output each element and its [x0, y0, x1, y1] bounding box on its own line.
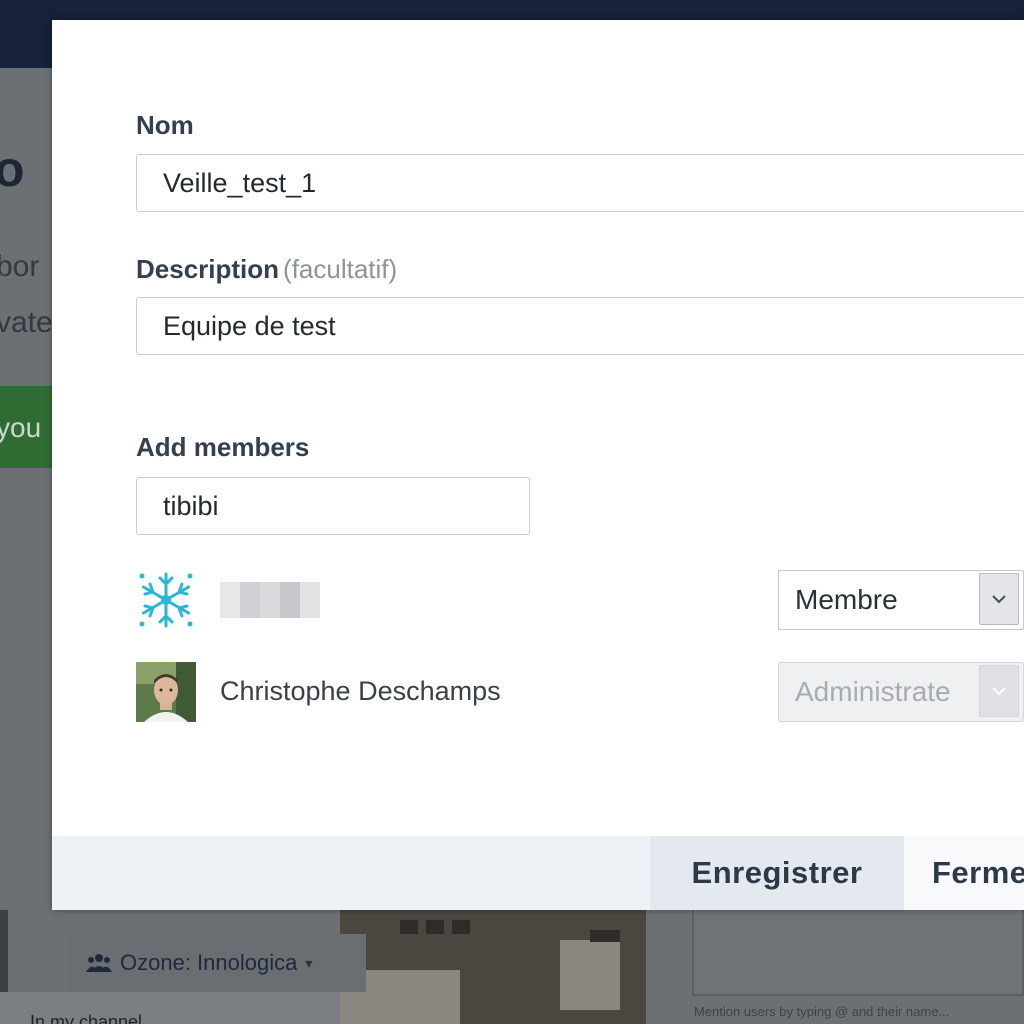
- background-comment-box: [692, 910, 1024, 996]
- member-name: Christophe Deschamps: [220, 676, 501, 706]
- member-role-select[interactable]: Membre: [778, 570, 1024, 630]
- save-button[interactable]: Enregistrer: [650, 836, 904, 910]
- add-members-label: Add members: [136, 432, 310, 462]
- background-heading: o: [0, 141, 25, 197]
- chevron-down-icon[interactable]: [979, 573, 1019, 625]
- person-photo-avatar: [136, 662, 196, 722]
- background-text-line: bor: [0, 250, 40, 283]
- snowflake-avatar: [136, 570, 196, 630]
- name-label: Nom: [136, 110, 194, 140]
- chevron-down-icon: [979, 665, 1019, 717]
- background-action-button: you: [0, 386, 52, 468]
- background-channel-text: In my channel: [30, 1012, 143, 1024]
- group-selector-label: Ozone: Innologica: [120, 950, 298, 975]
- member-row: Christophe Deschamps Administrate: [136, 662, 1024, 724]
- add-members-input[interactable]: [136, 477, 530, 535]
- background-text-line: vate: [0, 306, 53, 339]
- name-input[interactable]: [136, 154, 1024, 212]
- member-name-redacted: [220, 582, 320, 618]
- edit-team-dialog: Nom Description(facultatif) Add members: [52, 20, 1024, 910]
- member-row: Membre: [136, 570, 1024, 632]
- member-role-select-disabled: Administrate: [778, 662, 1024, 722]
- dialog-footer: Enregistrer Ferme: [52, 836, 1024, 910]
- background-action-button-label: you: [0, 412, 42, 443]
- group-icon: [86, 954, 112, 972]
- member-role-value: Administrate: [795, 676, 951, 707]
- background-cover-image: [340, 910, 646, 1024]
- optional-hint: (facultatif): [283, 254, 398, 284]
- background-mention-hint: Mention users by typing @ and their name…: [694, 1004, 950, 1019]
- chevron-down-icon: ▾: [305, 954, 313, 971]
- description-label-text: Description: [136, 254, 280, 284]
- close-button[interactable]: Ferme: [904, 836, 1024, 910]
- member-role-value: Membre: [795, 584, 898, 615]
- description-input[interactable]: [136, 297, 1024, 355]
- group-selector: Ozone: Innologica ▾: [86, 950, 312, 976]
- description-label: Description (facultatif): [136, 254, 397, 285]
